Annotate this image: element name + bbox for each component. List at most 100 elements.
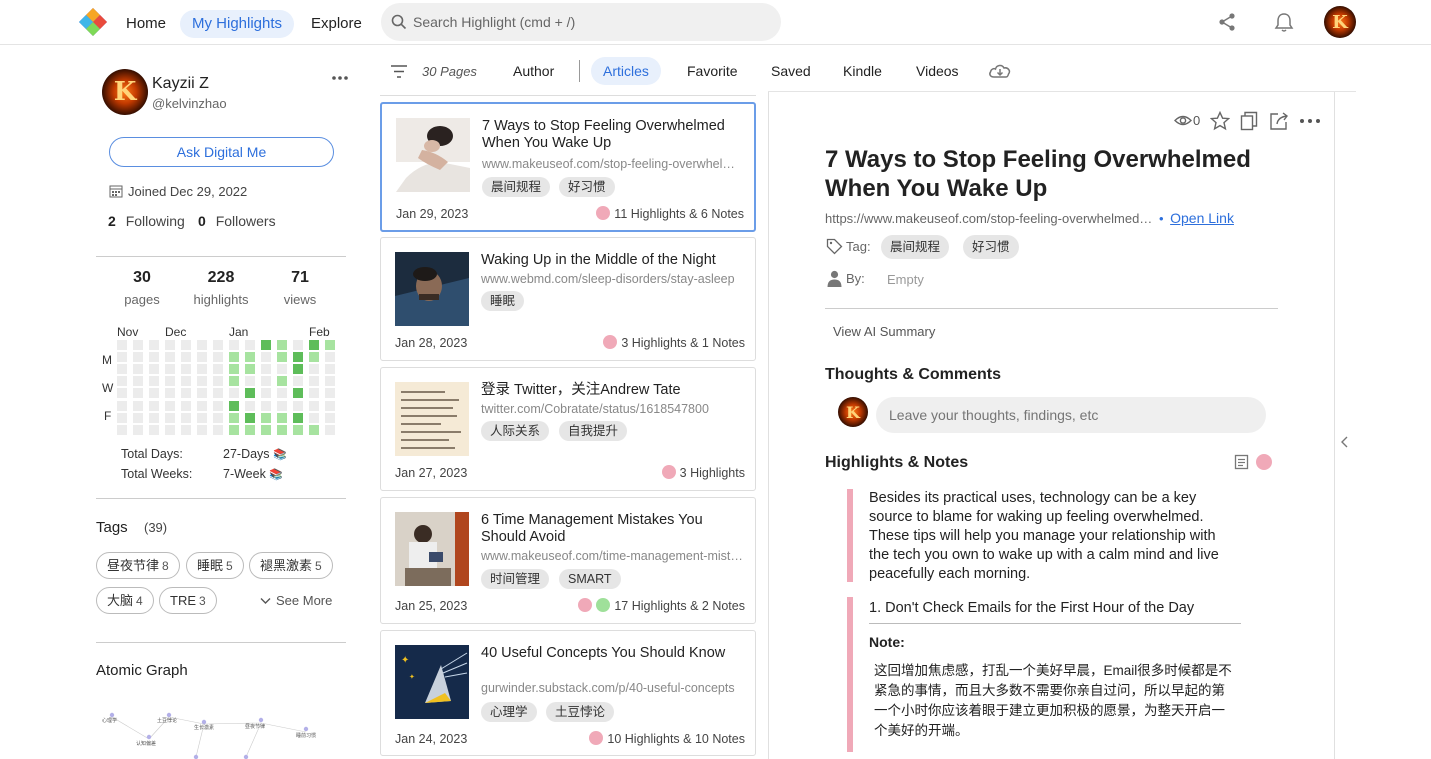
tab-favorite[interactable]: Favorite xyxy=(675,57,750,85)
cloud-download-icon[interactable] xyxy=(988,61,1012,81)
star-icon[interactable] xyxy=(1210,111,1230,131)
calendar-cell xyxy=(117,352,127,363)
note-text[interactable]: 这回增加焦虑感，打乱一个美好早晨，Email很多时候都是不紧急的事情，而且大多数… xyxy=(874,661,1236,741)
calendar-cell xyxy=(293,376,303,387)
view-ai-summary-button[interactable]: View AI Summary xyxy=(833,324,935,339)
tab-articles[interactable]: Articles xyxy=(591,57,661,85)
user-avatar[interactable]: K xyxy=(1324,6,1356,38)
cal-day: M xyxy=(102,353,112,367)
detail-tag[interactable]: 好习惯 xyxy=(963,235,1019,259)
tag-pill[interactable]: 褪黑激素 5 xyxy=(249,552,333,579)
search-icon xyxy=(391,14,407,30)
ask-digital-me-button[interactable]: Ask Digital Me xyxy=(109,137,334,167)
followers-link[interactable]: 0 Followers xyxy=(198,213,276,229)
app-logo-icon[interactable] xyxy=(78,7,108,37)
url-separator: • xyxy=(1158,211,1164,226)
search-input[interactable] xyxy=(413,11,763,33)
article-tag[interactable]: 自我提升 xyxy=(559,421,628,441)
calendar-cell xyxy=(149,388,159,399)
article-card[interactable]: 6 Time Management Mistakes You Should Av… xyxy=(380,497,756,624)
calendar-cell xyxy=(133,340,143,350)
detail-url-row: https://www.makeuseof.com/stop-feeling-o… xyxy=(825,210,1234,226)
calendar-cell xyxy=(261,352,271,363)
calendar-cell xyxy=(309,376,319,387)
article-tag[interactable]: SMART xyxy=(559,569,621,589)
graph-node-label: 睡前习惯 xyxy=(296,732,316,739)
calendar-cell xyxy=(117,424,127,435)
atomic-graph[interactable]: 心理学 土豆悖论 生长激素 认知偏差 昼夜节律 睡前习惯 xyxy=(96,708,346,759)
article-tag[interactable]: 晨间规程 xyxy=(482,177,551,197)
detail-url: https://www.makeuseof.com/stop-feeling-o… xyxy=(825,211,1153,226)
article-tag[interactable]: 好习惯 xyxy=(559,177,615,197)
stat-highlights-value: 228 xyxy=(207,269,235,286)
calendar-cell xyxy=(197,388,207,399)
article-card[interactable]: 登录 Twitter，关注Andrew Tate twitter.com/Cob… xyxy=(380,367,756,491)
highlight-color-dot xyxy=(596,206,611,220)
tag-pill[interactable]: 睡眠 5 xyxy=(186,552,244,579)
stats-text: 3 Highlights xyxy=(679,466,745,480)
article-url: gurwinder.substack.com/p/40-useful-conce… xyxy=(481,681,735,695)
highlight-text[interactable]: Besides its practical uses, technology c… xyxy=(869,489,1239,584)
more-icon[interactable] xyxy=(331,74,349,82)
notes-icon[interactable] xyxy=(1234,454,1249,470)
tag-pill[interactable]: TRE 3 xyxy=(159,587,217,614)
collapse-chevron-icon[interactable] xyxy=(1340,436,1350,448)
tab-author[interactable]: Author xyxy=(501,57,566,85)
calendar-cell xyxy=(197,340,207,350)
calendar-cell xyxy=(293,340,303,350)
following-link[interactable]: 2 Following xyxy=(108,213,185,229)
article-stats: 3 Highlights xyxy=(661,465,745,480)
calendar-cell xyxy=(245,364,255,375)
article-thumbnail xyxy=(396,118,470,192)
calendar-cell xyxy=(229,424,239,435)
tab-kindle[interactable]: Kindle xyxy=(831,57,894,85)
export-icon[interactable] xyxy=(1269,111,1290,131)
calendar-cell xyxy=(181,352,191,363)
article-date: Jan 27, 2023 xyxy=(395,466,468,480)
article-title: 登录 Twitter，关注Andrew Tate xyxy=(481,382,681,398)
tab-videos[interactable]: Videos xyxy=(904,57,971,85)
profile-name: Kayzii Z xyxy=(152,75,209,92)
comment-input[interactable] xyxy=(876,397,1266,433)
article-tag[interactable]: 时间管理 xyxy=(481,569,550,589)
nav-explore[interactable]: Explore xyxy=(299,10,374,38)
calendar-cell xyxy=(261,400,271,411)
article-tag[interactable]: 睡眠 xyxy=(481,291,525,311)
copy-icon[interactable] xyxy=(1240,111,1258,131)
nav-home[interactable]: Home xyxy=(114,10,178,38)
see-more-button[interactable]: See More xyxy=(260,593,332,608)
calendar-cell xyxy=(149,412,159,423)
article-tag[interactable]: 心理学 xyxy=(481,702,537,722)
cal-month: Jan xyxy=(229,325,249,339)
article-tag[interactable]: 人际关系 xyxy=(481,421,550,441)
tag-count: 4 xyxy=(136,594,143,608)
article-title: 6 Time Management Mistakes You Should Av… xyxy=(481,512,703,545)
tag-pill[interactable]: 昼夜节律 8 xyxy=(96,552,180,579)
article-card[interactable]: 7 Ways to Stop Feeling Overwhelmed When … xyxy=(380,102,756,232)
bell-icon[interactable] xyxy=(1273,11,1295,33)
article-card[interactable]: Waking Up in the Middle of the Night www… xyxy=(380,237,756,361)
nav-my-highlights[interactable]: My Highlights xyxy=(180,10,295,38)
calendar-cell xyxy=(309,364,319,375)
detail-tag[interactable]: 晨间规程 xyxy=(881,235,950,259)
calendar-cell xyxy=(229,376,239,387)
open-link[interactable]: Open Link xyxy=(1170,210,1234,226)
tag-pill[interactable]: 大脑 4 xyxy=(96,587,154,614)
highlights-title: Highlights & Notes xyxy=(825,454,969,471)
calendar-cell xyxy=(133,364,143,375)
article-tag[interactable]: 土豆悖论 xyxy=(546,702,615,722)
article-date: Jan 25, 2023 xyxy=(395,599,468,613)
author-value[interactable]: Empty xyxy=(887,272,924,287)
share-icon[interactable] xyxy=(1217,12,1237,32)
color-filter-dot[interactable] xyxy=(1256,454,1272,470)
calendar-cell xyxy=(309,400,319,411)
more-icon[interactable] xyxy=(1299,117,1321,125)
article-card[interactable]: ✦ ✦ 40 Useful Concepts You Should Know gu… xyxy=(380,630,756,756)
stat-views-label: views xyxy=(283,292,317,307)
tab-saved[interactable]: Saved xyxy=(759,57,823,85)
profile-avatar[interactable]: K xyxy=(102,69,148,115)
filter-icon[interactable] xyxy=(390,64,408,79)
calendar-cell xyxy=(213,400,223,411)
search-box[interactable] xyxy=(381,3,781,41)
highlight-text[interactable]: 1. Don't Check Emails for the First Hour… xyxy=(869,599,1241,624)
